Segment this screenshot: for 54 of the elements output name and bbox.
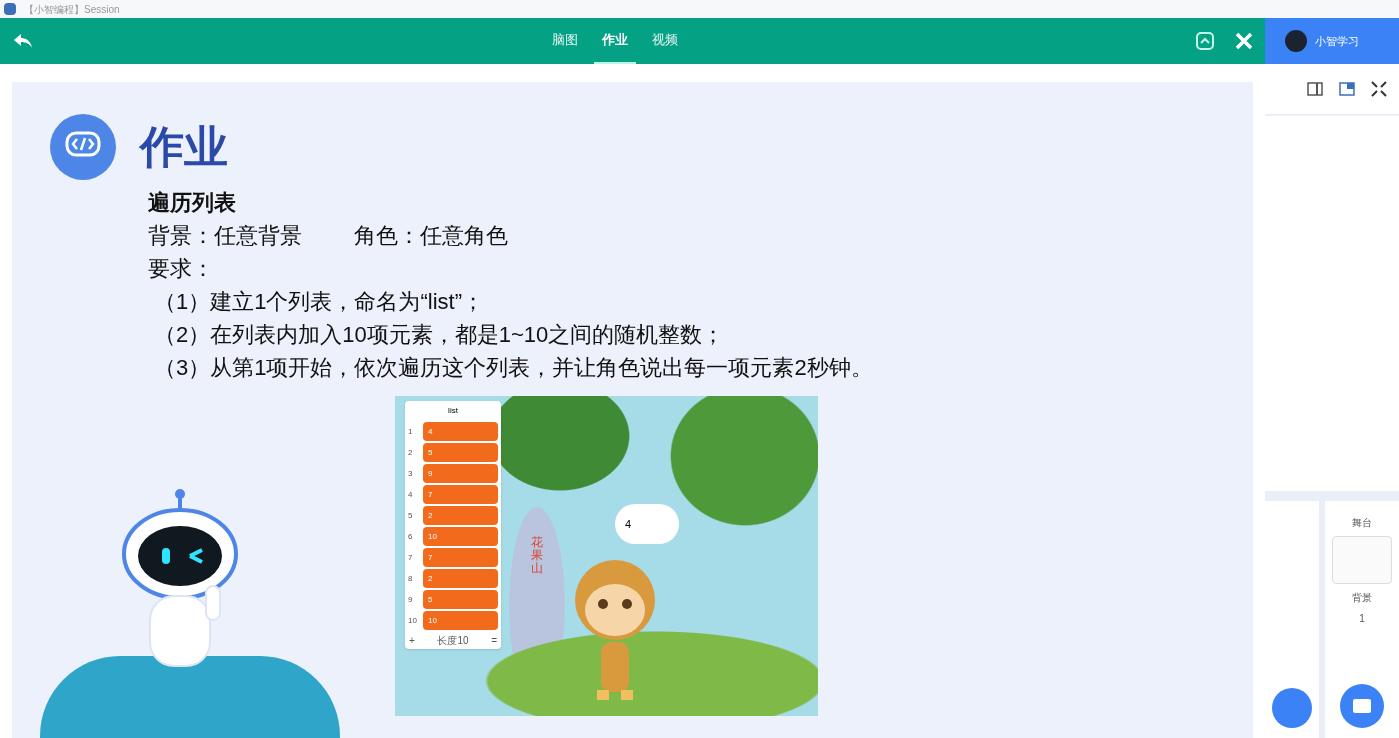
- requirement-text: （2）在列表内加入10项元素，都是1~10之间的随机整数；: [153, 321, 726, 349]
- small-stage-icon[interactable]: [1339, 81, 1355, 97]
- window-title: 【小智编程】Session: [24, 2, 120, 17]
- list-index: 9: [408, 593, 414, 606]
- speech-bubble: 4: [615, 504, 679, 544]
- list-index: 1: [408, 425, 414, 438]
- backdrop-thumbnail[interactable]: [1332, 536, 1392, 584]
- user-name: 小智学习: [1315, 33, 1359, 49]
- layout-icon[interactable]: [1307, 81, 1323, 97]
- list-length: 长度10: [437, 633, 469, 648]
- list-item: 9: [423, 464, 498, 483]
- backdrop-count: 1: [1359, 612, 1365, 626]
- list-item: 10: [423, 527, 498, 546]
- fullscreen-icon[interactable]: [1371, 81, 1387, 97]
- requirement-text: （1）建立1个列表，命名为“list”；: [153, 288, 485, 316]
- backdrop-label: 背景: [1352, 591, 1372, 605]
- add-backdrop-button[interactable]: [1340, 684, 1384, 728]
- app-icon: [4, 3, 16, 15]
- list-index: 7: [408, 551, 414, 564]
- list-index: 8: [408, 572, 414, 585]
- list-item: 4: [423, 422, 498, 441]
- collapse-icon[interactable]: [1195, 31, 1215, 51]
- list-item: 2: [423, 569, 498, 588]
- list-index: 2: [408, 446, 414, 459]
- requirements-label: 要求：: [148, 255, 215, 283]
- toolbar-tab[interactable]: 脑图: [543, 18, 586, 64]
- list-item: 5: [423, 590, 498, 609]
- back-icon[interactable]: [12, 32, 34, 50]
- task-title: 遍历列表: [148, 189, 237, 217]
- list-index: 5: [408, 509, 414, 522]
- toolbar-tab[interactable]: 视频: [643, 18, 686, 64]
- toolbar-tab[interactable]: 作业: [593, 18, 636, 64]
- list-index: 3: [408, 467, 414, 480]
- list-item: 2: [423, 506, 498, 525]
- add-sprite-button[interactable]: [1272, 688, 1312, 728]
- mountain-text: 花果山: [531, 536, 543, 576]
- resize-handle[interactable]: =: [491, 632, 497, 648]
- stage-label: 舞台: [1352, 516, 1372, 530]
- requirement-text: （3）从第1项开始，依次遍历这个列表，并让角色说出每一项元素2秒钟。: [153, 354, 874, 382]
- list-index: 4: [408, 488, 414, 501]
- list-index: 10: [408, 614, 418, 627]
- list-item: 5: [423, 443, 498, 462]
- list-index: 6: [408, 530, 414, 543]
- background-label: 背景：任意背景: [148, 222, 302, 250]
- add-item-button[interactable]: +: [409, 632, 415, 648]
- avatar-icon: [1285, 30, 1307, 52]
- list-item: 7: [423, 485, 498, 504]
- list-item: 10: [423, 611, 498, 630]
- image-icon: [1352, 698, 1372, 714]
- slide-heading: 作业: [140, 121, 228, 173]
- close-icon[interactable]: [1235, 32, 1253, 50]
- sprite-label: 角色：任意角色: [354, 222, 508, 250]
- list-name: list: [447, 405, 459, 417]
- list-item: 7: [423, 548, 498, 567]
